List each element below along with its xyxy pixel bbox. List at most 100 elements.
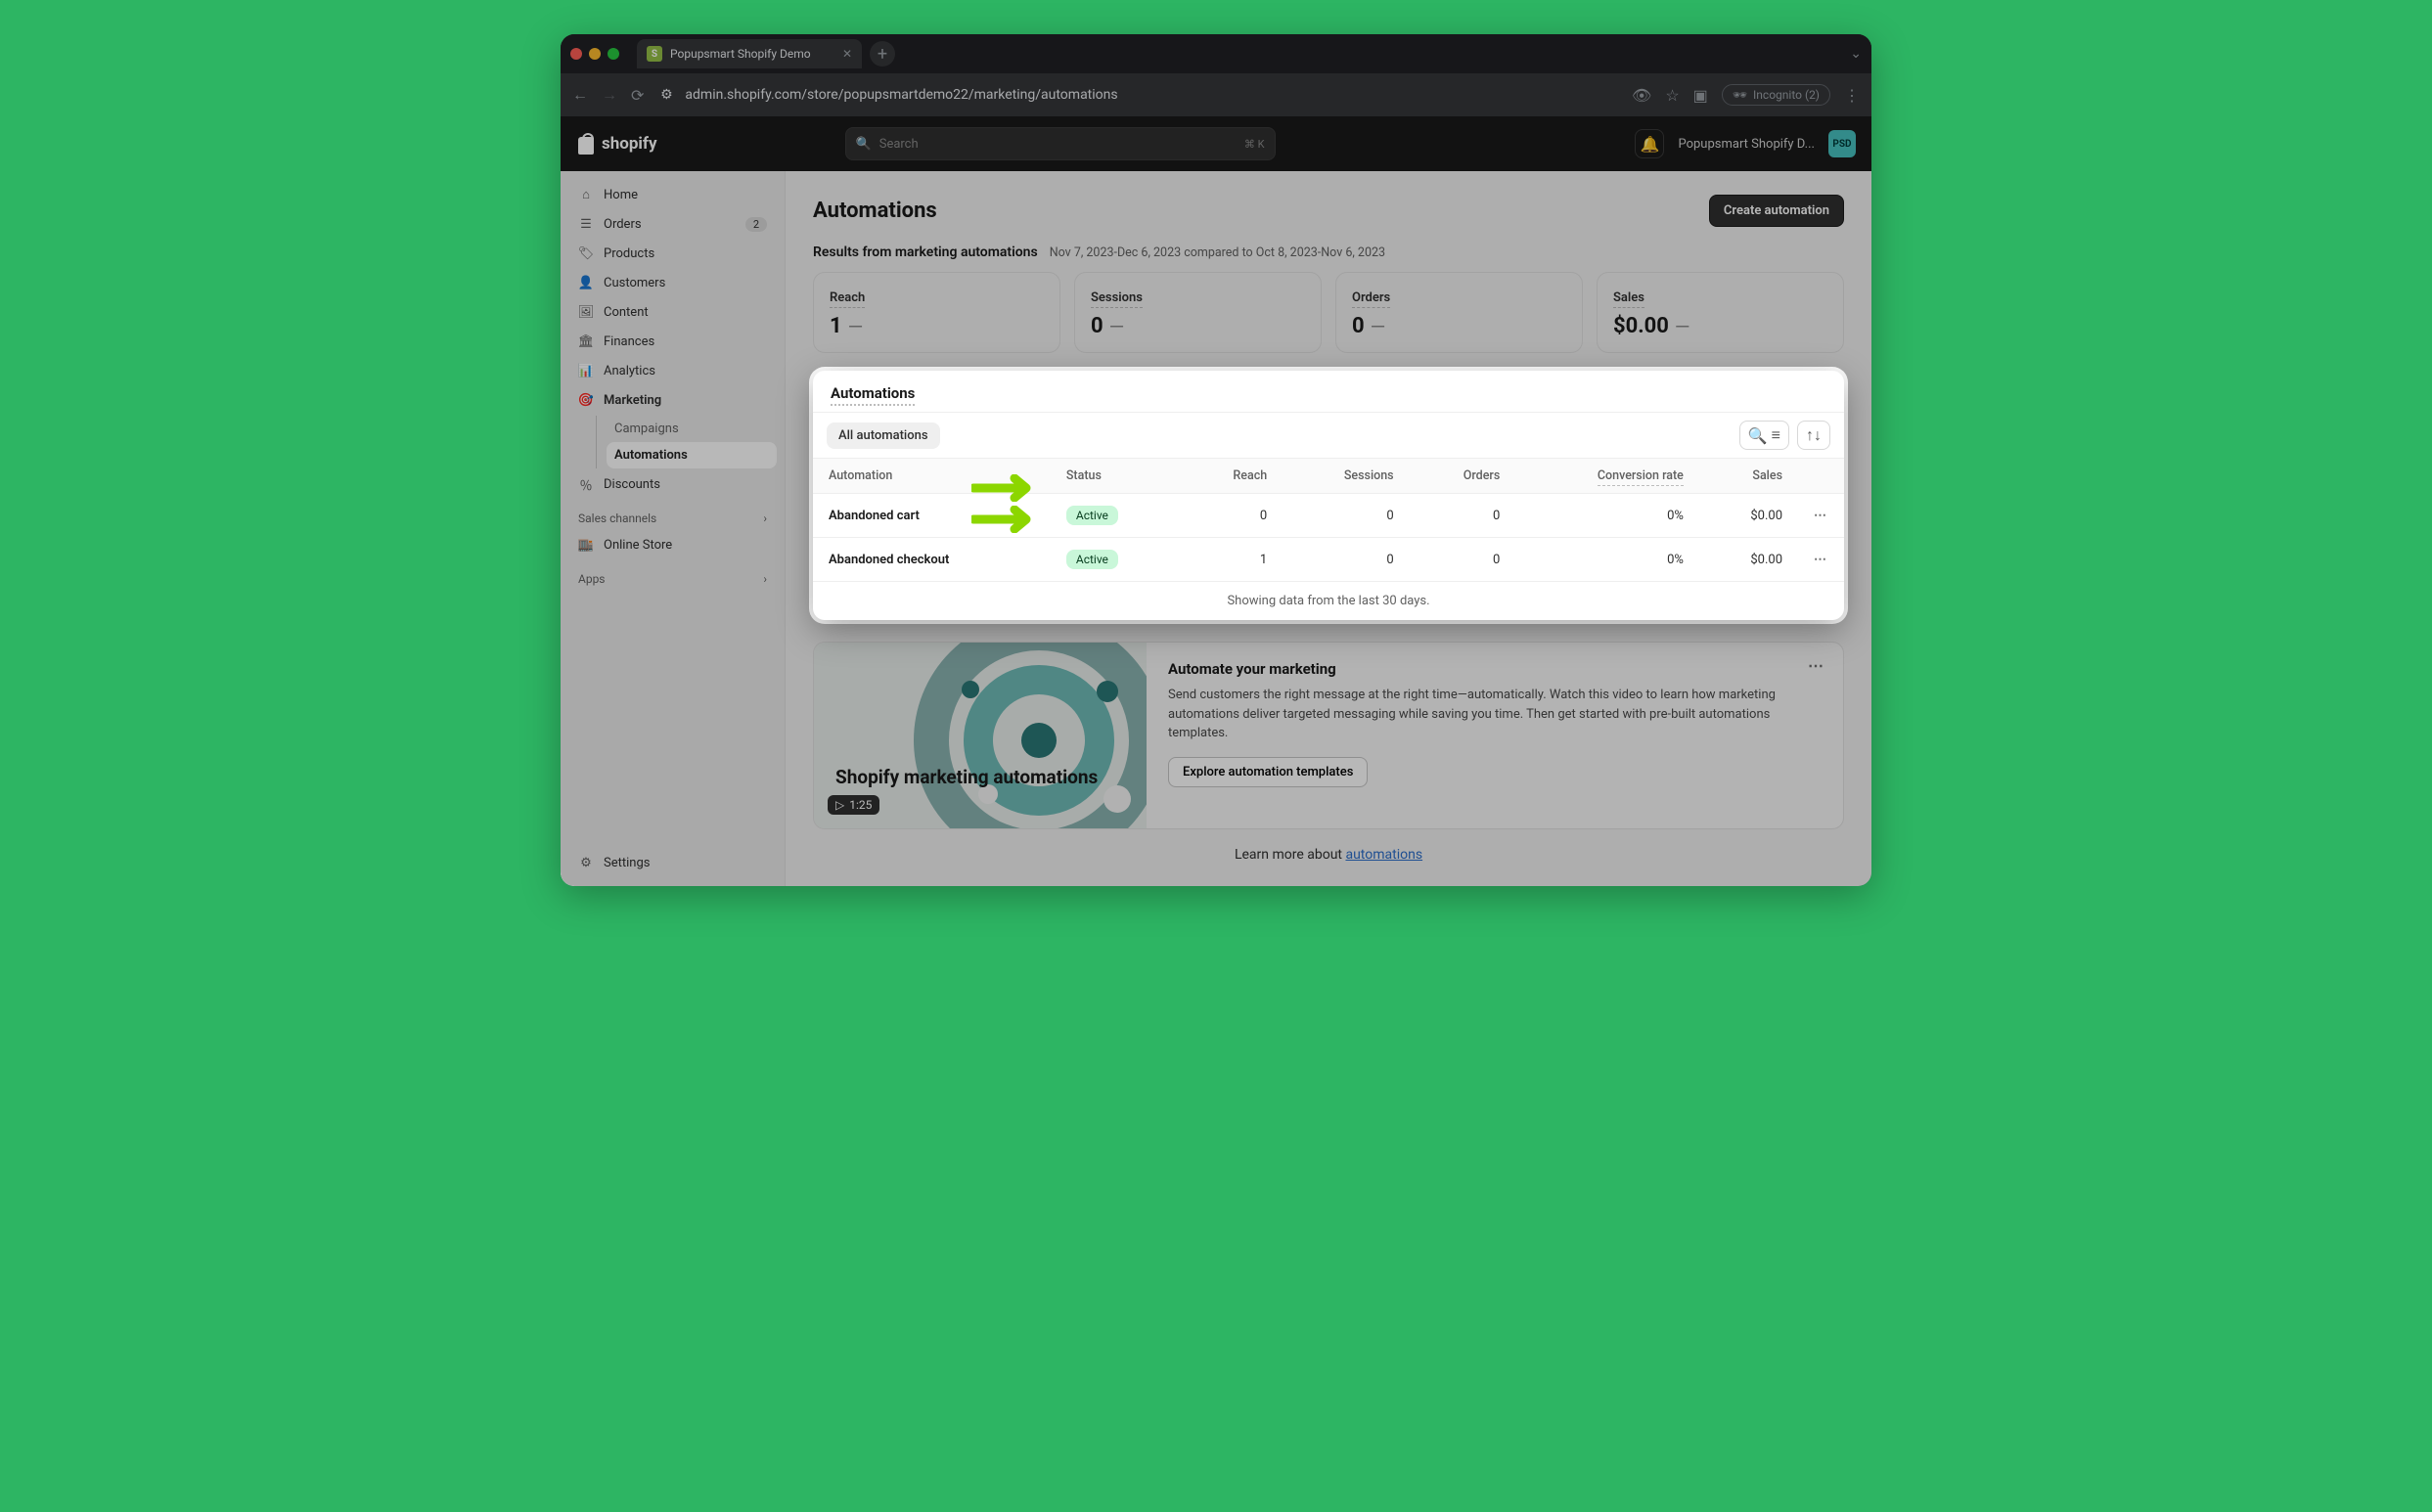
- play-icon: ▷: [835, 798, 844, 812]
- sidebar-item-products[interactable]: 🏷Products: [568, 240, 777, 267]
- status-badge: Active: [1066, 550, 1118, 569]
- explore-templates-button[interactable]: Explore automation templates: [1168, 757, 1368, 787]
- promo-more-button[interactable]: ⋯: [1808, 656, 1825, 675]
- forward-icon[interactable]: →: [602, 85, 617, 105]
- row-sessions: 0: [1283, 494, 1409, 538]
- sidebar-item-orders[interactable]: ☰Orders2: [568, 210, 777, 238]
- trend-dash-icon: —: [848, 315, 864, 338]
- browser-menu-icon[interactable]: ⋮: [1844, 86, 1860, 105]
- app-body: ⌂Home ☰Orders2 🏷Products 👤 Customers 🖼Con…: [561, 171, 1871, 886]
- row-sales: $0.00: [1699, 494, 1798, 538]
- card-heading: Automations: [813, 371, 1844, 412]
- card-filters: All automations 🔍≡ ↑↓: [813, 412, 1844, 458]
- learn-more-link[interactable]: automations: [1345, 847, 1422, 863]
- bookmark-icon[interactable]: ☆: [1665, 86, 1679, 105]
- table-row[interactable]: Abandoned checkout Active 1 0 0 0% $0.00…: [813, 538, 1844, 582]
- table-row[interactable]: Abandoned cart Active 0 0 0 0% $0.00 ⋯: [813, 494, 1844, 538]
- sidebar-heading-text: Sales channels: [578, 511, 656, 525]
- row-actions-button[interactable]: ⋯: [1798, 538, 1844, 582]
- metric-sales[interactable]: Sales $0.00—: [1597, 272, 1844, 353]
- sidebar-item-label: Discounts: [604, 477, 660, 492]
- filter-icon: ≡: [1772, 425, 1780, 445]
- promo-description: Send customers the right message at the …: [1168, 686, 1822, 743]
- trend-dash-icon: —: [1109, 315, 1125, 338]
- sidebar-item-label: Customers: [604, 276, 665, 290]
- sidebar-item-content[interactable]: 🖼Content: [568, 298, 777, 326]
- shopify-logo[interactable]: shopify: [576, 133, 657, 155]
- notifications-button[interactable]: 🔔: [1635, 129, 1664, 158]
- metric-sessions[interactable]: Sessions 0—: [1074, 272, 1322, 353]
- site-settings-icon[interactable]: ⚙: [657, 87, 675, 103]
- sidebar-item-online-store[interactable]: 🏬Online Store: [568, 531, 777, 558]
- col-sessions: Sessions: [1283, 459, 1409, 494]
- row-conv: 0%: [1515, 538, 1699, 582]
- sidebar-item-settings[interactable]: ⚙Settings: [568, 849, 777, 876]
- col-orders: Orders: [1410, 459, 1516, 494]
- customers-icon: 👤: [578, 275, 594, 290]
- metric-reach[interactable]: Reach 1—: [813, 272, 1060, 353]
- shopify-bag-icon: [576, 133, 596, 155]
- filter-all-automations[interactable]: All automations: [827, 422, 940, 449]
- sidebar-heading-channels: Sales channels ›: [568, 500, 777, 529]
- search-filter-button[interactable]: 🔍≡: [1739, 421, 1789, 450]
- search-input[interactable]: 🔍 Search ⌘ K: [845, 127, 1276, 160]
- search-shortcut: ⌘ K: [1244, 138, 1265, 151]
- chevron-right-icon[interactable]: ›: [763, 511, 767, 525]
- window-controls: [570, 48, 619, 60]
- hide-extensions-icon[interactable]: 👁: [1632, 86, 1651, 105]
- browser-tab-bar: S Popupsmart Shopify Demo ✕ + ⌄: [561, 34, 1871, 73]
- sort-button[interactable]: ↑↓: [1797, 421, 1830, 450]
- sidebar-sub-automations[interactable]: Automations: [607, 442, 777, 468]
- row-actions-button[interactable]: ⋯: [1798, 494, 1844, 538]
- promo-video-title: Shopify marketing automations: [835, 766, 1098, 789]
- results-label: Results from marketing automations: [813, 245, 1038, 260]
- store-icon: 🏬: [578, 537, 594, 553]
- url-field[interactable]: ⚙ admin.shopify.com/store/popupsmartdemo…: [657, 87, 1618, 103]
- col-sales: Sales: [1699, 459, 1798, 494]
- sidebar-item-analytics[interactable]: 📊Analytics: [568, 357, 777, 384]
- reload-icon[interactable]: ⟳: [631, 86, 644, 105]
- sidebar-item-discounts[interactable]: ％Discounts: [568, 470, 777, 498]
- col-actions: [1798, 459, 1844, 494]
- maximize-window-icon[interactable]: [608, 48, 619, 60]
- sidebar-item-home[interactable]: ⌂Home: [568, 181, 777, 208]
- status-badge: Active: [1066, 506, 1118, 525]
- sidebar-item-marketing[interactable]: 🎯Marketing: [568, 386, 777, 414]
- row-orders: 0: [1410, 538, 1516, 582]
- metric-value: 0: [1352, 314, 1365, 338]
- promo-video-thumbnail[interactable]: Shopify marketing automations ▷1:25: [814, 643, 1147, 828]
- metric-value: 1: [830, 314, 842, 338]
- back-icon[interactable]: ←: [572, 85, 588, 105]
- create-automation-button[interactable]: Create automation: [1709, 195, 1844, 227]
- incognito-badge[interactable]: 🕶 Incognito (2): [1722, 84, 1830, 106]
- sidebar-item-finances[interactable]: 🏛Finances: [568, 328, 777, 355]
- automations-table: Automation Status Reach Sessions Orders …: [813, 458, 1844, 581]
- store-avatar[interactable]: PSD: [1828, 130, 1856, 157]
- metric-orders[interactable]: Orders 0—: [1335, 272, 1583, 353]
- new-tab-button[interactable]: +: [870, 41, 895, 67]
- gear-icon: ⚙: [578, 855, 594, 870]
- close-tab-icon[interactable]: ✕: [842, 47, 852, 61]
- store-switcher[interactable]: Popupsmart Shopify D...: [1678, 137, 1815, 152]
- sidebar-sub-campaigns[interactable]: Campaigns: [607, 416, 777, 442]
- page-header: Automations Create automation: [813, 195, 1844, 227]
- sidebar-heading-apps: Apps›: [568, 560, 777, 590]
- tab-title: Popupsmart Shopify Demo: [670, 47, 811, 61]
- reader-icon[interactable]: ▣: [1693, 86, 1708, 105]
- marketing-icon: 🎯: [578, 392, 594, 408]
- row-sales: $0.00: [1699, 538, 1798, 582]
- close-window-icon[interactable]: [570, 48, 582, 60]
- shopify-top-bar: shopify 🔍 Search ⌘ K 🔔 Popupsmart Shopif…: [561, 116, 1871, 171]
- products-icon: 🏷: [578, 245, 594, 261]
- browser-tab[interactable]: S Popupsmart Shopify Demo ✕: [637, 39, 862, 68]
- tab-overflow-icon[interactable]: ⌄: [1850, 46, 1862, 62]
- col-status: Status: [1051, 459, 1181, 494]
- sidebar-item-customers[interactable]: 👤 Customers: [568, 269, 777, 296]
- results-date-range: Nov 7, 2023-Dec 6, 2023 compared to Oct …: [1050, 245, 1385, 260]
- row-name: Abandoned checkout: [813, 538, 1051, 582]
- minimize-window-icon[interactable]: [589, 48, 601, 60]
- col-conversion-text: Conversion rate: [1598, 468, 1684, 486]
- sidebar: ⌂Home ☰Orders2 🏷Products 👤 Customers 🖼Con…: [561, 171, 786, 886]
- chevron-right-icon[interactable]: ›: [763, 572, 767, 586]
- search-placeholder: Search: [879, 137, 919, 152]
